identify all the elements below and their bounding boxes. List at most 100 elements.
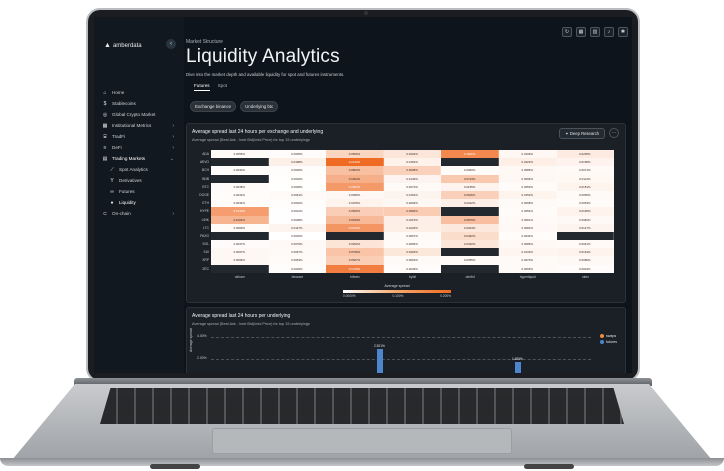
heatmap-cell[interactable] xyxy=(211,158,269,167)
chip-underlying[interactable]: Underlying btc xyxy=(240,101,279,112)
heatmap-cell[interactable]: 0.0096% xyxy=(211,256,269,265)
sidebar-item-liquidity[interactable]: ● Liquidity xyxy=(102,197,182,208)
heatmap-cell[interactable]: 0.0626% xyxy=(441,190,499,200)
heatmap-cell[interactable]: 0.1002% xyxy=(211,215,269,224)
heatmap-cell[interactable]: 0.0054% xyxy=(498,207,557,216)
legend-swaps[interactable]: swaps xyxy=(600,334,617,338)
heatmap-cell[interactable]: 0.0079% xyxy=(268,240,327,249)
heatmap-cell[interactable]: 0.0165% xyxy=(556,207,615,216)
heatmap-cell[interactable]: 0.2142% xyxy=(326,158,384,167)
heatmap-cell[interactable]: 0.1364% xyxy=(326,182,384,191)
heatmap-cell[interactable] xyxy=(556,231,615,241)
heatmap-cell[interactable]: 0.0796% xyxy=(326,248,384,257)
heatmap-cell[interactable]: 0.0012% xyxy=(268,207,327,216)
heatmap-cell[interactable]: 0.0165% xyxy=(326,199,384,208)
heatmap-cell[interactable]: 0.0060% xyxy=(441,166,499,175)
heatmap-cell[interactable]: 0.0067% xyxy=(268,248,327,257)
heatmap-cell[interactable]: 0.0048% xyxy=(211,182,269,191)
heatmap-cell[interactable]: 0.0030% xyxy=(268,166,327,175)
heatmap-cell[interactable]: 0.0060% xyxy=(211,223,269,232)
heatmap-cell[interactable]: 0.0462% xyxy=(441,231,499,241)
heatmap-cell[interactable]: 0.0047% xyxy=(211,240,269,249)
heatmap-cell[interactable]: 0.0096% xyxy=(498,174,557,183)
heatmap-cell[interactable]: 0.0034% xyxy=(556,264,615,273)
legend-futures[interactable]: futures xyxy=(600,340,617,344)
heatmap-cell[interactable]: 0.0042% xyxy=(211,190,269,200)
deep-research-button[interactable]: ✦ Deep Research xyxy=(559,128,605,139)
heatmap-cell[interactable] xyxy=(326,231,384,241)
heatmap-cell[interactable]: 0.0151% xyxy=(556,182,615,191)
heatmap-cell[interactable] xyxy=(211,174,269,183)
heatmap-cell[interactable]: 0.0082% xyxy=(498,223,557,232)
heatmap-cell[interactable]: 0.1726% xyxy=(326,264,384,273)
heatmap-cell[interactable]: 0.0326% xyxy=(383,248,442,257)
heatmap-cell[interactable]: 0.0265% xyxy=(556,150,615,159)
sidebar-item-global-crypto-market[interactable]: ◎ Global Crypto Market xyxy=(102,109,182,120)
heatmap-cell[interactable]: 0.0863% xyxy=(326,166,384,175)
grid-icon[interactable]: ▦ xyxy=(576,27,586,37)
heatmap-cell[interactable]: 0.0665% xyxy=(326,207,384,216)
heatmap-cell[interactable]: 0.0064% xyxy=(383,256,442,265)
futures-bar[interactable] xyxy=(515,362,521,373)
heatmap-cell[interactable]: 0.0065% xyxy=(498,264,557,273)
tab-futures[interactable]: Futures xyxy=(194,83,210,91)
settings-icon[interactable]: ✱ xyxy=(618,27,628,37)
heatmap-cell[interactable]: 0.0566% xyxy=(326,150,384,159)
tab-spot[interactable]: Spot xyxy=(218,83,227,91)
heatmap-cell[interactable] xyxy=(441,248,499,257)
heatmap-cell[interactable] xyxy=(441,264,499,273)
heatmap-cell[interactable]: 0.0053% xyxy=(556,199,615,208)
heatmap-cell[interactable]: 0.0035% xyxy=(268,150,327,159)
columns-icon[interactable]: ▥ xyxy=(590,27,600,37)
heatmap-cell[interactable]: 0.0016% xyxy=(268,174,327,183)
heatmap-cell[interactable]: 0.0682% xyxy=(383,207,442,216)
heatmap-cell[interactable]: 0.0146% xyxy=(383,174,442,183)
heatmap-cell[interactable]: 0.0608% xyxy=(383,166,442,175)
heatmap-cell[interactable]: 0.0032% xyxy=(268,199,327,208)
sidebar-item-trading-markets[interactable]: ▤ Trading Markets ⌄ xyxy=(102,153,182,164)
sidebar-item-defi[interactable]: ≡ DeFi › xyxy=(102,142,182,153)
heatmap-cell[interactable]: 0.1064% xyxy=(326,174,384,183)
heatmap-cell[interactable]: 0.0097% xyxy=(211,248,269,257)
heatmap-cell[interactable]: 0.0086% xyxy=(556,256,615,265)
heatmap-cell[interactable]: 0.0067% xyxy=(383,231,442,241)
heatmap-cell[interactable]: 0.0093% xyxy=(383,199,442,208)
heatmap-cell[interactable]: 0.0044% xyxy=(211,199,269,208)
heatmap-cell[interactable]: 0.0940% xyxy=(326,215,384,224)
heatmap-cell[interactable]: 0.0086% xyxy=(498,166,557,175)
heatmap-cell[interactable]: 0.0096% xyxy=(326,190,384,200)
bell-icon[interactable]: ♪ xyxy=(604,27,614,37)
heatmap-cell[interactable]: 0.0065% xyxy=(556,190,615,200)
heatmap-cell[interactable]: 0.0332% xyxy=(441,240,499,249)
heatmap-cell[interactable]: 0.0362% xyxy=(326,240,384,249)
sidebar-item-spot-analytics[interactable]: ⟋ Spot Analytics xyxy=(102,164,182,175)
heatmap-cell[interactable]: 0.0068% xyxy=(498,199,557,208)
heatmap-cell[interactable]: 0.0152% xyxy=(498,190,557,200)
heatmap-cell[interactable]: 0.0198% xyxy=(268,158,327,167)
sidebar-item-derivatives[interactable]: Y Derivatives xyxy=(102,175,182,186)
heatmap-cell[interactable]: 0.0332% xyxy=(383,150,442,159)
heatmap-cell[interactable]: 0.0061% xyxy=(498,215,557,224)
heatmap-cell[interactable]: 0.0008% xyxy=(268,215,327,224)
heatmap-cell[interactable]: 0.1601% xyxy=(441,150,499,159)
heatmap-cell[interactable]: 0.0053% xyxy=(498,182,557,191)
heatmap-cell[interactable]: 0.0073% xyxy=(498,256,557,265)
heatmap-cell[interactable]: 0.0114% xyxy=(556,174,615,183)
heatmap-cell[interactable]: 0.0158% xyxy=(556,158,615,167)
heatmap-cell[interactable] xyxy=(211,231,269,241)
heatmap-cell[interactable]: 0.0061% xyxy=(268,190,327,200)
heatmap-cell[interactable]: 0.0724% xyxy=(441,174,499,183)
refresh-icon[interactable]: ↻ xyxy=(562,27,572,37)
breadcrumb[interactable]: Market Structure xyxy=(186,39,223,45)
heatmap-cell[interactable]: 0.1403% xyxy=(326,223,384,232)
heatmap-cell[interactable]: 0.0152% xyxy=(383,190,442,200)
heatmap-cell[interactable]: 0.0054% xyxy=(268,256,327,265)
collapse-sidebar-button[interactable]: ‹ xyxy=(166,39,176,49)
heatmap-cell[interactable]: 0.0044% xyxy=(498,231,557,241)
heatmap-cell[interactable]: 0.0006% xyxy=(268,182,327,191)
sidebar-item-on-chain[interactable]: ⊂ On-chain › xyxy=(102,208,182,219)
heatmap-cell[interactable]: 0.0222% xyxy=(441,199,499,208)
heatmap-cell[interactable]: 0.0226% xyxy=(383,223,442,232)
sidebar-item-futures[interactable]: ∞ Futures xyxy=(102,186,182,197)
heatmap-cell[interactable]: 0.0870% xyxy=(441,215,499,224)
